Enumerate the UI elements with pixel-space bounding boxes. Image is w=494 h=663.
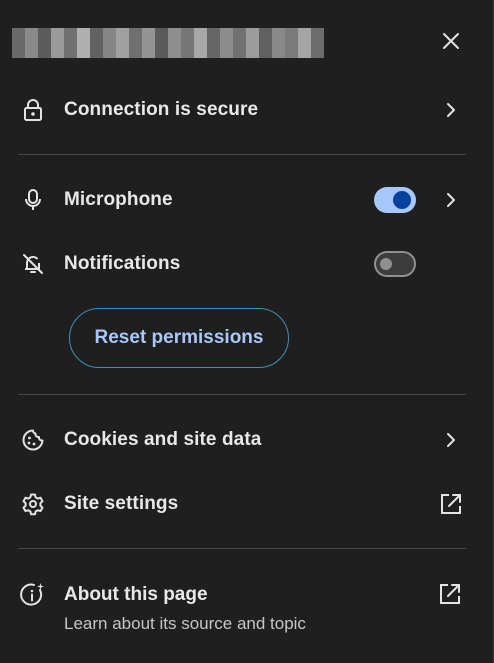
microphone-icon [20, 187, 46, 213]
redacted-url [12, 28, 324, 58]
about-this-page-row[interactable]: About this page Learn about its source a… [0, 572, 494, 644]
close-icon [442, 32, 460, 50]
microphone-toggle[interactable] [374, 187, 416, 213]
close-button[interactable] [436, 26, 466, 56]
about-sublabel: Learn about its source and topic [64, 614, 306, 633]
permission-label: Microphone [64, 189, 173, 210]
chevron-right-icon [440, 429, 462, 451]
permission-label: Notifications [64, 253, 181, 274]
connection-label: Connection is secure [64, 99, 259, 120]
permission-row-notifications[interactable]: Notifications [0, 236, 494, 292]
external-link-icon [438, 582, 462, 606]
divider [18, 154, 466, 155]
about-label: About this page [64, 584, 208, 605]
permission-row-microphone[interactable]: Microphone [0, 172, 494, 228]
chevron-right-icon [440, 99, 462, 121]
toggle-knob [393, 191, 411, 209]
reset-permissions-button[interactable]: Reset permissions [69, 308, 289, 368]
notifications-off-icon [20, 251, 46, 277]
lock-icon [20, 97, 46, 123]
cookie-icon [20, 427, 46, 453]
info-sparkle-icon [20, 582, 46, 608]
cookies-site-data-row[interactable]: Cookies and site data [0, 412, 494, 468]
site-settings-row[interactable]: Site settings [0, 476, 494, 532]
connection-security-row[interactable]: Connection is secure [0, 82, 494, 138]
cookies-label: Cookies and site data [64, 429, 262, 450]
gear-icon [20, 491, 46, 517]
notifications-toggle[interactable] [374, 251, 416, 277]
site-settings-label: Site settings [64, 493, 179, 514]
toggle-knob [380, 258, 392, 270]
divider [18, 394, 466, 395]
site-info-panel: Connection is secure Microphone Notifica… [0, 0, 494, 663]
divider [18, 548, 466, 549]
chevron-right-icon [440, 189, 462, 211]
external-link-icon [440, 493, 462, 515]
panel-header [0, 22, 494, 66]
